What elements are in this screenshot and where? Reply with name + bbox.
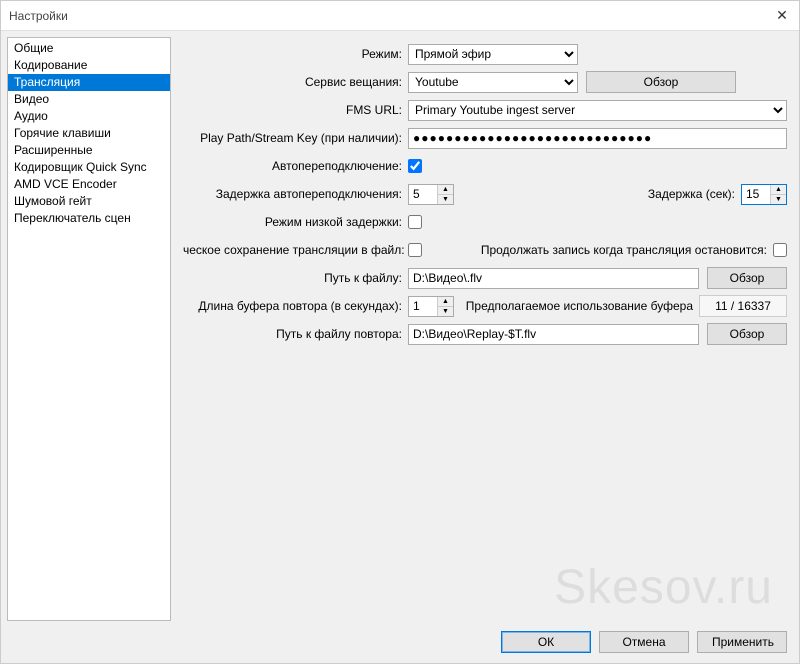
file-path-browse-button[interactable]: Обзор	[707, 267, 787, 289]
reconnect-delay-spinner[interactable]: ▲▼	[408, 184, 454, 205]
sidebar-item-quicksync[interactable]: Кодировщик Quick Sync	[8, 159, 170, 176]
body: Общие Кодирование Трансляция Видео Аудио…	[1, 31, 799, 627]
replay-path-label: Путь к файлу повтора:	[183, 327, 408, 341]
sidebar: Общие Кодирование Трансляция Видео Аудио…	[7, 37, 171, 621]
sidebar-item-video[interactable]: Видео	[8, 91, 170, 108]
replay-buffer-len-label: Длина буфера повтора (в секундах):	[183, 299, 408, 313]
delay-sec-label: Задержка (сек):	[648, 187, 741, 201]
sidebar-item-encoding[interactable]: Кодирование	[8, 57, 170, 74]
ok-button[interactable]: ОК	[501, 631, 591, 653]
low-latency-label: Режим низкой задержки:	[183, 215, 408, 229]
titlebar: Настройки ✕	[1, 1, 799, 31]
sidebar-item-general[interactable]: Общие	[8, 40, 170, 57]
spinner-up-icon[interactable]: ▲	[771, 185, 786, 195]
spinner-down-icon[interactable]: ▼	[438, 307, 453, 316]
sidebar-item-scene-switcher[interactable]: Переключатель сцен	[8, 210, 170, 227]
replay-buffer-len-input[interactable]	[409, 297, 437, 316]
sidebar-item-noise-gate[interactable]: Шумовой гейт	[8, 193, 170, 210]
mode-select[interactable]: Прямой эфир	[408, 44, 578, 65]
settings-window: Настройки ✕ Общие Кодирование Трансляция…	[0, 0, 800, 664]
spinner-up-icon[interactable]: ▲	[438, 185, 453, 195]
sidebar-item-advanced[interactable]: Расширенные	[8, 142, 170, 159]
auto-reconnect-label: Автопереподключение:	[183, 159, 408, 173]
service-browse-button[interactable]: Обзор	[586, 71, 736, 93]
replay-path-browse-button[interactable]: Обзор	[707, 323, 787, 345]
sidebar-item-broadcast[interactable]: Трансляция	[8, 74, 170, 91]
delay-sec-spinner[interactable]: ▲▼	[741, 184, 787, 205]
mode-label: Режим:	[183, 47, 408, 61]
file-path-input[interactable]	[408, 268, 699, 289]
content-panel: Режим: Прямой эфир Сервис вещания: Youtu…	[177, 37, 793, 621]
auto-reconnect-checkbox[interactable]	[408, 159, 422, 173]
stream-key-input[interactable]	[408, 128, 787, 149]
fms-url-label: FMS URL:	[183, 103, 408, 117]
replay-path-input[interactable]	[408, 324, 699, 345]
delay-sec-input[interactable]	[742, 185, 770, 204]
spinner-up-icon[interactable]: ▲	[438, 297, 453, 307]
buffer-estimate-value: 11 / 16337	[699, 295, 787, 317]
sidebar-item-audio[interactable]: Аудио	[8, 108, 170, 125]
spinner-down-icon[interactable]: ▼	[771, 195, 786, 204]
save-to-file-checkbox[interactable]	[408, 243, 422, 257]
sidebar-item-hotkeys[interactable]: Горячие клавиши	[8, 125, 170, 142]
cancel-button[interactable]: Отмена	[599, 631, 689, 653]
reconnect-delay-input[interactable]	[409, 185, 437, 204]
replay-buffer-len-spinner[interactable]: ▲▼	[408, 296, 454, 317]
stream-key-label: Play Path/Stream Key (при наличии):	[183, 131, 408, 145]
service-label: Сервис вещания:	[183, 75, 408, 89]
sidebar-item-amd-vce[interactable]: AMD VCE Encoder	[8, 176, 170, 193]
file-path-label: Путь к файлу:	[183, 271, 408, 285]
apply-button[interactable]: Применить	[697, 631, 787, 653]
spinner-down-icon[interactable]: ▼	[438, 195, 453, 204]
low-latency-checkbox[interactable]	[408, 215, 422, 229]
buffer-estimate-label: Предполагаемое использование буфера	[466, 299, 699, 313]
watermark: Skesov.ru	[554, 560, 773, 615]
reconnect-delay-label: Задержка автопереподключения:	[183, 187, 408, 201]
fms-url-select[interactable]: Primary Youtube ingest server	[408, 100, 787, 121]
window-title: Настройки	[9, 9, 68, 23]
keep-recording-label: Продолжать запись когда трансляция остан…	[481, 243, 773, 257]
service-select[interactable]: Youtube	[408, 72, 578, 93]
save-to-file-label: ческое сохранение трансляции в файл:	[183, 243, 408, 257]
footer: ОК Отмена Применить	[1, 627, 799, 663]
close-button[interactable]: ✕	[771, 5, 793, 27]
keep-recording-checkbox[interactable]	[773, 243, 787, 257]
